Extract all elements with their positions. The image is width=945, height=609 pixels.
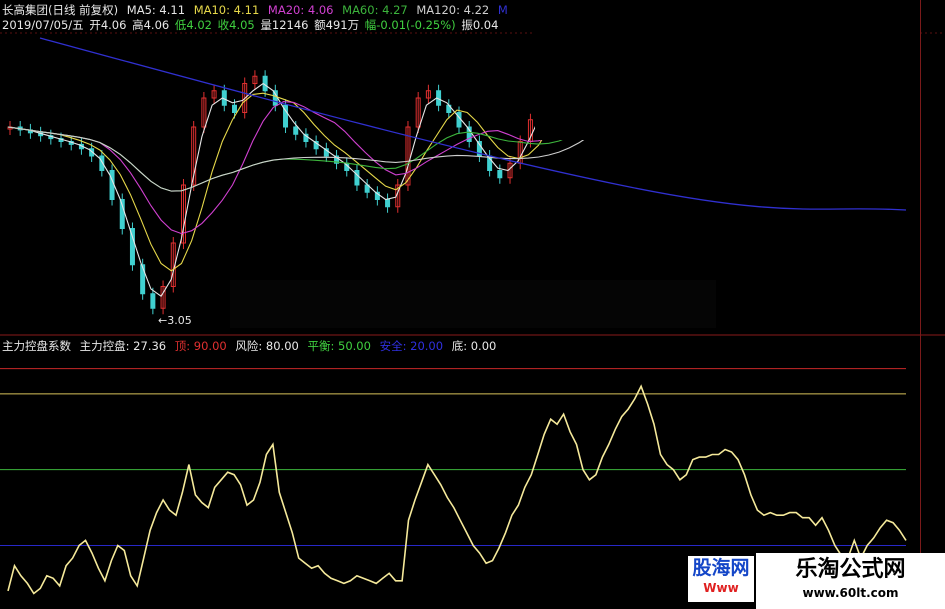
- price-panel: ←3.05: [7, 0, 920, 328]
- candle-body: [293, 126, 299, 135]
- watermark-left-sub: Www: [703, 581, 739, 595]
- indicator-bottom: 底: 0.00: [451, 339, 497, 353]
- low-price-marker: ←3.05: [158, 314, 192, 327]
- watermark-left-text: 股海网: [692, 557, 750, 579]
- low-label: 低4.02: [174, 18, 212, 32]
- volume-label: 量12146: [260, 18, 309, 32]
- change-label: 幅-0.01(-0.25%): [364, 18, 456, 32]
- indicator-top: 顶: 90.00: [174, 339, 227, 353]
- ma20-label: MA20: 4.06: [267, 3, 334, 17]
- ma120-label: MA120: 4.22: [416, 3, 490, 17]
- close-label: 收4.05: [217, 18, 255, 32]
- occlusion-middle: [230, 280, 716, 328]
- indicator-value: 主力控盘: 27.36: [79, 339, 167, 353]
- amount-label: 额491万: [314, 18, 360, 32]
- stock-name: 长高集团(日线 前复权): [2, 3, 119, 17]
- candle-body: [109, 170, 115, 200]
- indicator-legend: 主力控盘系数 主力控盘: 27.36 顶: 90.00 风险: 80.00 平衡…: [2, 339, 501, 353]
- stock-chart: ←3.05: [0, 0, 945, 595]
- indicator-balance: 平衡: 50.00: [307, 339, 371, 353]
- candle-body: [497, 170, 503, 179]
- right-axis-divider: [920, 0, 921, 609]
- watermark-left: 股海网 Www: [688, 556, 754, 602]
- watermark-right: 乐淘公式网 www.60lt.com: [756, 553, 945, 609]
- ohlc-info: 2019/07/05/五 开4.06 高4.06 低4.02 收4.05 量12…: [2, 18, 503, 32]
- date-label: 2019/07/05/五: [2, 18, 84, 32]
- watermark-right-title: 乐淘公式网: [795, 557, 906, 582]
- open-label: 开4.06: [89, 18, 127, 32]
- candle-body: [272, 90, 278, 106]
- candle-body: [140, 264, 146, 295]
- watermark-right-url: www.60lt.com: [802, 586, 899, 600]
- ma60-label: MA60: 4.27: [342, 3, 408, 17]
- candle-body: [150, 293, 156, 309]
- amplitude-label: 振0.04: [461, 18, 499, 32]
- indicator-name: 主力控盘系数: [2, 339, 71, 353]
- candle-body: [385, 199, 391, 208]
- ma-extra-label: M: [497, 3, 508, 17]
- ma5-label: MA5: 4.11: [126, 3, 186, 17]
- candle-body: [232, 104, 237, 113]
- occlusion-top-right: [535, 0, 920, 140]
- indicator-risk: 风险: 80.00: [235, 339, 299, 353]
- high-label: 高4.06: [132, 18, 170, 32]
- ma-legend: 长高集团(日线 前复权) MA5: 4.11 MA10: 4.11 MA20: …: [2, 3, 513, 17]
- ma10-label: MA10: 4.11: [193, 3, 260, 17]
- indicator-safe: 安全: 20.00: [379, 339, 444, 353]
